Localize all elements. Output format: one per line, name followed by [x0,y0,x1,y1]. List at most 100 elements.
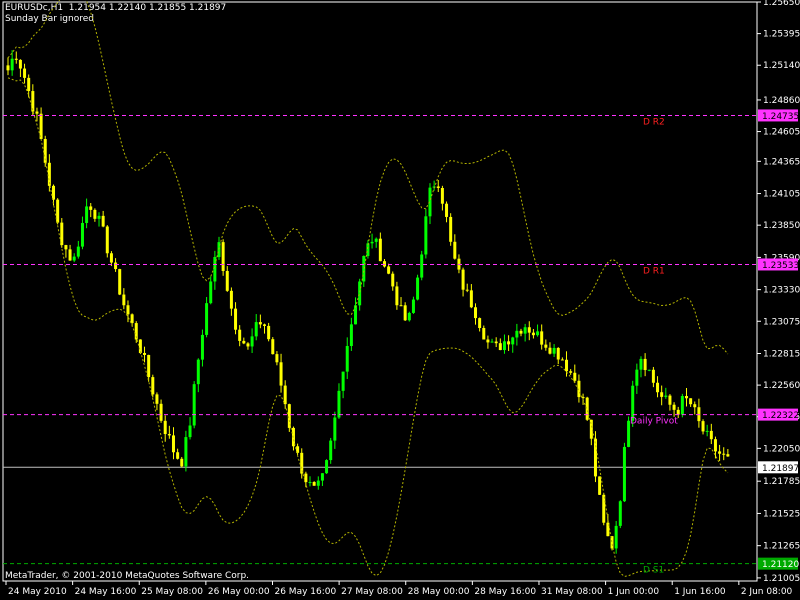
candle-body [544,344,548,348]
candle-body [722,453,726,455]
candle-body [411,299,415,313]
candle-body [531,332,535,336]
candle-body [416,277,420,300]
x-tick-label: 27 May 08:00 [341,587,403,597]
candle-body [6,65,10,71]
candle-body [709,430,713,440]
candle-body [656,382,660,393]
candle-body [234,308,238,330]
candle-body [72,256,76,261]
candle-body [585,397,589,420]
y-tick-label: 1.24605 [763,128,800,138]
candle-body [14,58,18,60]
candle-body [391,273,395,287]
candle-body [511,337,515,345]
copyright-label: MetaTrader, © 2001-2010 MetaQuotes Softw… [5,571,250,581]
level-label: D R1 [643,266,665,276]
candle-body [93,209,97,219]
candle-body [378,238,382,262]
candle-body [440,187,444,204]
candle-body [80,222,84,247]
candle-body [159,403,163,421]
candle-body [184,437,188,467]
candle-body [523,327,527,334]
candle-body [143,352,147,355]
candle-body [308,481,312,483]
candle-body [449,216,453,242]
candle-body [672,404,676,410]
candle-body [200,334,204,360]
candle-body [271,339,275,355]
candle-body [283,385,287,405]
candle-body [565,359,569,372]
x-tick-label: 31 May 08:00 [541,587,603,597]
upper-band [7,0,729,355]
candle-body [138,339,142,353]
y-tick-label: 1.25395 [763,30,800,40]
candle-body [23,68,27,78]
x-tick-label: 26 May 16:00 [274,587,336,597]
candle-body [192,384,196,426]
y-tick-label: 1.25140 [763,61,800,71]
candle-body [556,347,560,360]
candle-body [101,215,105,227]
candle-body [180,458,184,467]
candle-body [358,281,362,306]
candle-body [494,341,498,344]
candle-body [461,269,465,290]
x-tick-label: 1 Jun 00:00 [608,587,660,597]
candle-body [622,446,626,502]
y-tick-label: 1.22050 [763,444,800,454]
candle-body [242,340,246,344]
y-tick-label: 1.24365 [763,157,800,167]
candle-body [478,318,482,329]
candle-body [614,525,618,549]
candle-body [684,396,688,399]
candle-body [639,358,643,370]
candle-body [209,281,213,304]
candle-body [718,451,722,454]
candle-body [540,331,544,345]
candle-body [333,417,337,441]
candle-body [618,501,622,526]
x-tick-label: 26 May 00:00 [208,587,270,597]
candle-body [341,371,345,391]
candle-body [362,255,366,282]
y-tick-label: 1.25650 [763,0,800,8]
candle-body [680,396,684,415]
candle-body [598,476,602,495]
price-chart[interactable]: 1.25650 1.25395 1.25140 1.24860 1.24605 1.243… [0,0,800,600]
candle-body [593,438,597,477]
y-tick-label: 1.23850 [763,221,800,231]
candle-body [693,404,697,408]
candle-body [469,290,473,308]
candle-body [312,481,316,486]
candle-body [147,354,151,378]
candle-body [345,346,349,372]
candle-body [225,270,229,291]
candle-body [473,307,477,319]
candle-body [320,473,324,481]
y-tick-label: 1.23330 [763,286,800,296]
candle-body [126,305,130,315]
candle-body [196,359,200,385]
candle-body [453,241,457,259]
candle-body [10,58,14,71]
plot-frame [2,1,758,582]
candle-body [713,439,717,452]
candle-body [486,339,490,343]
candle-body [64,245,68,250]
candle-body [676,409,680,415]
candle-body [382,261,386,267]
current-price-label: 1.21897 [762,464,799,474]
candle-body [399,305,403,307]
candle-body [668,395,672,405]
candle-body [205,303,209,335]
candle-body [374,238,378,242]
candle-body [188,425,192,438]
candle-body [552,347,556,354]
candle-body [403,305,407,321]
candle-body [726,454,730,457]
candle-body [515,330,519,338]
level-tag-label: 1.23533 [762,261,799,271]
